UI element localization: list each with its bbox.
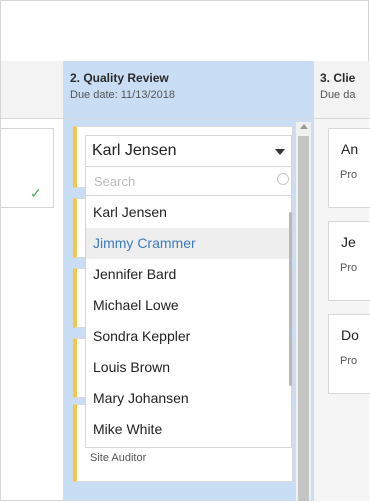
column-title: 2. Quality Review	[70, 71, 169, 85]
column-header-1	[1, 61, 63, 119]
column-header-quality-review[interactable]: 2. Quality Review Due date: 11/13/2018	[63, 61, 314, 119]
search-icon	[277, 173, 289, 185]
task-card[interactable]	[1, 128, 54, 208]
card-role: Site Auditor	[90, 452, 147, 464]
assignee-selected-value: Karl Jensen	[92, 142, 177, 159]
assignee-search-input[interactable]	[92, 171, 276, 191]
assignee-option[interactable]: Louis Brown	[86, 352, 289, 383]
card-subtitle: Pro	[340, 355, 358, 367]
scroll-up-icon[interactable]	[300, 124, 308, 129]
card-title: Do	[341, 327, 359, 343]
assignee-option[interactable]: Karl Jensen	[86, 197, 289, 228]
column-due-date: Due da	[320, 89, 356, 101]
column-scrollbar[interactable]	[296, 122, 311, 501]
assignee-options-list[interactable]: Karl Jensen Jimmy Crammer Jennifer Bard …	[85, 196, 292, 448]
card-title: An	[341, 141, 359, 157]
assignee-select[interactable]: Karl Jensen	[85, 135, 292, 167]
assignee-option[interactable]: Mike White	[86, 414, 289, 445]
caret-down-icon[interactable]	[275, 149, 285, 155]
assignee-option[interactable]: Mary Johansen	[86, 383, 289, 414]
assignee-option[interactable]: Jimmy Crammer	[86, 228, 289, 259]
task-card[interactable]: Do Pro	[328, 314, 370, 394]
column-title: 3. Clie	[320, 71, 356, 85]
task-card[interactable]: An Pro	[328, 128, 370, 208]
options-scrollbar[interactable]	[289, 212, 292, 386]
scrollbar-thumb[interactable]	[298, 136, 309, 501]
assignee-option[interactable]: Jennifer Bard	[86, 259, 289, 290]
column-due-date: Due date: 11/13/2018	[70, 89, 175, 101]
task-card[interactable]: Je Pro	[328, 221, 370, 301]
card-subtitle: Pro	[340, 169, 358, 181]
column-header-client[interactable]: 3. Clie Due da	[314, 61, 370, 119]
assignee-option[interactable]: Sondra Keppler	[86, 321, 289, 352]
check-icon: ✓	[30, 185, 42, 201]
assignee-option[interactable]: Michael Lowe	[86, 290, 289, 321]
assignee-search-box[interactable]	[85, 167, 292, 196]
card-title: Je	[341, 234, 356, 250]
card-subtitle: Pro	[340, 262, 358, 274]
